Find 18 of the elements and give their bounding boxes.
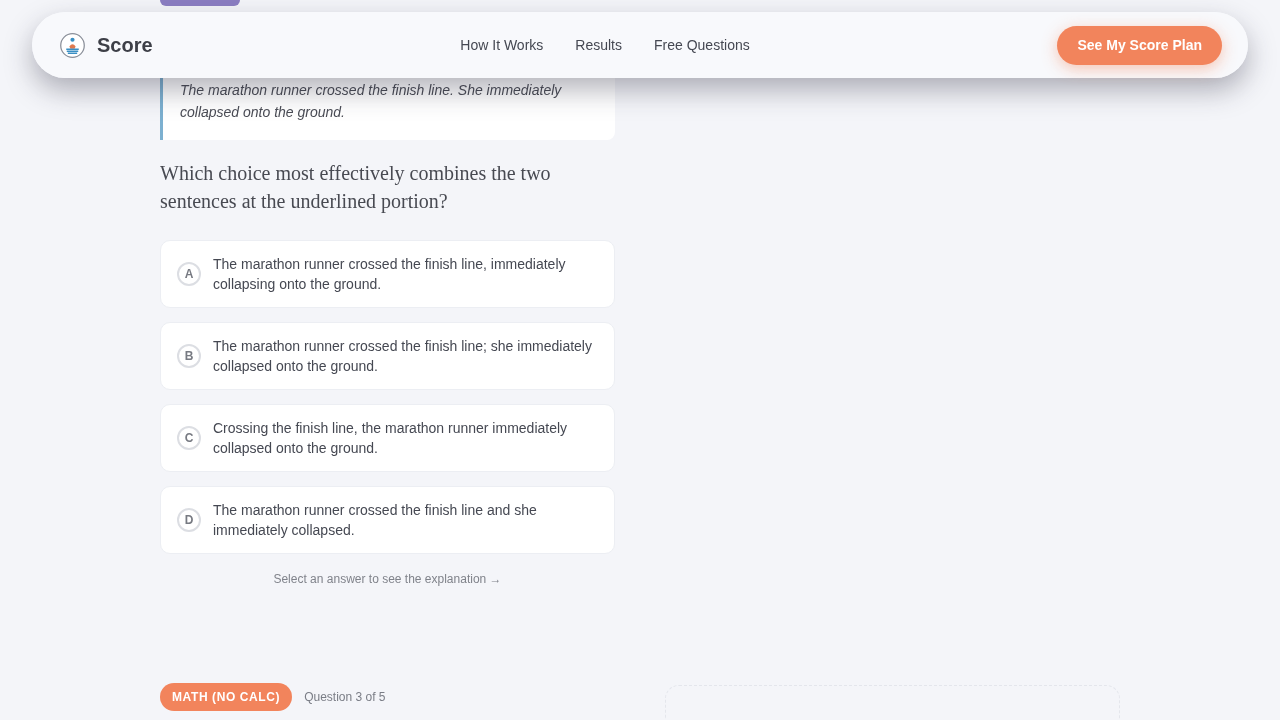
question-prompt: Which choice most effectively combines the two sentences at the underlined portion? [160,161,552,215]
hint-text: Select an answer to see the explanation → [272,571,503,587]
answer-option[interactable]: A The marathon runner crossed the finish line, immediately collapsing onto the ground. [160,240,615,308]
answer-option[interactable]: D The marathon runner crossed the finish line and she immediately collapsed. [160,486,615,554]
nav-link[interactable]: Free Questions [654,37,750,53]
answer-option[interactable]: C Crossing the finish line, the marathon runner immediately collapsed onto the ground. [160,404,615,472]
section-badge: MATH (NO CALC) [160,683,293,711]
nav-link[interactable]: Results [575,37,622,53]
answer-option[interactable]: B The marathon runner crossed the finish line; she immediately collapsed onto the ground. [160,322,615,390]
passage-quote: The marathon runner crossed the finish line. She immediately collapsed onto the ground. [160,78,615,140]
option-letter: C [177,426,201,450]
logo-icon [60,32,85,58]
brand-name[interactable]: Score [97,33,153,57]
nav-link[interactable]: How It Works [460,37,544,53]
option-letter: B [177,344,201,368]
option-letter: D [177,508,201,532]
question-counter: Question 3 of 5 [304,690,386,704]
option-letter: A [177,262,201,286]
